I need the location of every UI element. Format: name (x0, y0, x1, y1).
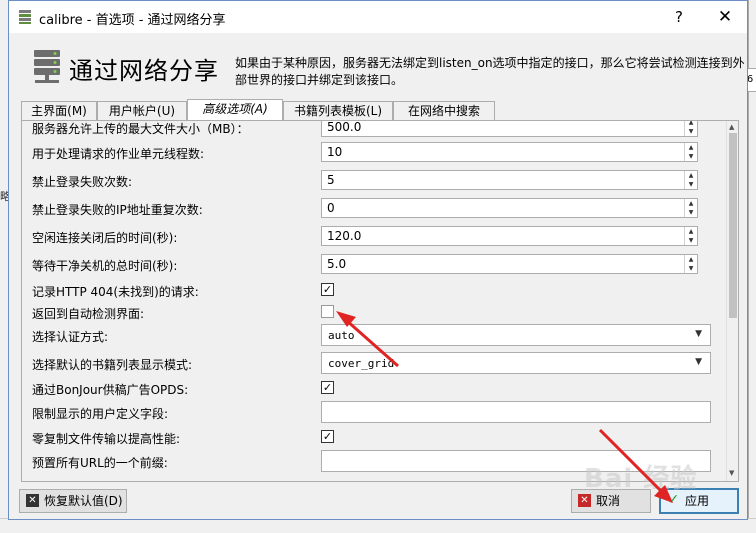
tab-book-list-template[interactable]: 书籍列表模板(L) (283, 101, 393, 120)
setting-label: 空闲连接关闭后的时间(秒): (32, 231, 178, 245)
setting-bonjour: 通过BonJour供稿广告OPDS: ✓ (22, 377, 722, 401)
select-value: cover_grid (328, 357, 395, 370)
help-button[interactable]: ? (659, 5, 699, 29)
setting-label: 返回到自动检测界面: (32, 307, 145, 321)
scrollbar-thumb[interactable] (729, 133, 737, 318)
tab-main[interactable]: 主界面(M) (21, 101, 97, 120)
setting-label: 限制显示的用户定义字段: (32, 407, 169, 421)
spinbox-value: 10 (327, 145, 343, 159)
spin-arrows-icon[interactable]: ▲ ▼ (684, 121, 697, 136)
background-window-bottom (0, 518, 756, 533)
setting-ban-after: 禁止登录失败次数: 5 ▲ ▼ (22, 169, 722, 193)
setting-label: 选择认证方式: (32, 330, 109, 344)
setting-label: 选择默认的书籍列表显示模式: (32, 358, 193, 372)
setting-label: 通过BonJour供稿广告OPDS: (32, 383, 189, 397)
preferences-dialog: calibre - 首选项 - 通过网络分享 ? ✕ 通过网络分享 如果由于某种… (8, 0, 748, 520)
background-window-left (0, 0, 8, 532)
setting-book-list-mode: 选择默认的书籍列表显示模式: cover_grid ▼ (22, 352, 722, 376)
worker-threads-spinbox[interactable]: 10 ▲ ▼ (321, 142, 698, 162)
max-upload-spinbox[interactable]: 500.0 ▲ ▼ (321, 120, 698, 137)
spin-arrows-icon[interactable]: ▲ ▼ (684, 255, 697, 273)
setting-label: 服务器允许上传的最大文件大小（MB）： (32, 122, 249, 136)
setting-label: 零复制文件传输以提高性能: (32, 432, 181, 446)
checkmark-icon: ✓ (667, 492, 680, 508)
setting-label: 等待干净关机的总时间(秒): (32, 259, 178, 273)
setting-worker-threads: 用于处理请求的作业单元线程数: 10 ▲ ▼ (22, 141, 722, 165)
button-label: 恢复默认值(D) (44, 494, 123, 508)
tab-advanced[interactable]: 高级选项(A) (187, 99, 283, 121)
title-bar: calibre - 首选项 - 通过网络分享 ? ✕ (9, 1, 747, 33)
close-button[interactable]: ✕ (705, 5, 745, 29)
restore-defaults-button[interactable]: ✕ 恢复默认值(D) (19, 489, 127, 513)
spin-arrows-icon[interactable]: ▲ ▼ (684, 171, 697, 189)
shutdown-timeout-spinbox[interactable]: 5.0 ▲ ▼ (321, 254, 698, 274)
select-value: auto (328, 329, 355, 342)
auth-method-select[interactable]: auto ▼ (321, 324, 711, 346)
window-title: calibre - 首选项 - 通过网络分享 (39, 13, 226, 28)
idle-timeout-spinbox[interactable]: 120.0 ▲ ▼ (321, 226, 698, 246)
page-description: 如果由于某种原因，服务器无法绑定到listen_on选项中指定的接口，那么它将尝… (235, 56, 745, 87)
scroll-up-icon[interactable]: ▲ (729, 123, 734, 131)
setting-label: 禁止登录失败的IP地址重复次数: (32, 203, 203, 217)
setting-shutdown-timeout: 等待干净关机的总时间(秒): 5.0 ▲ ▼ (22, 253, 722, 277)
setting-restrict-fields: 限制显示的用户定义字段: (22, 401, 722, 425)
spinbox-value: 5 (327, 173, 335, 187)
book-list-mode-select[interactable]: cover_grid ▼ (321, 352, 711, 374)
tab-search-net[interactable]: 在网络中搜索 (393, 101, 495, 120)
ban-repeat-spinbox[interactable]: 0 ▲ ▼ (321, 198, 698, 218)
tab-user-accounts[interactable]: 用户帐户(U) (97, 101, 187, 120)
setting-ban-repeat: 禁止登录失败的IP地址重复次数: 0 ▲ ▼ (22, 197, 722, 221)
fallback-autodetect-checkbox[interactable] (321, 305, 334, 318)
bonjour-checkbox[interactable]: ✓ (321, 381, 334, 394)
spinbox-value: 500.0 (327, 120, 362, 134)
ban-after-spinbox[interactable]: 5 ▲ ▼ (321, 170, 698, 190)
setting-label: 用于处理请求的作业单元线程数: (32, 147, 205, 161)
spinbox-value: 0 (327, 201, 335, 215)
page-title: 通过网络分享 (69, 57, 219, 85)
chevron-down-icon[interactable]: ▼ (695, 329, 702, 339)
server-icon (34, 50, 60, 83)
spinbox-value: 120.0 (327, 229, 362, 243)
chevron-down-icon[interactable]: ▼ (695, 357, 702, 367)
spin-arrows-icon[interactable]: ▲ ▼ (684, 143, 697, 161)
advanced-options-panel: 服务器允许上传的最大文件大小（MB）： 500.0 ▲ ▼ 用于处理请求的作业单元… (21, 120, 739, 482)
watermark: Bai 经验 (584, 464, 698, 494)
log-404-checkbox[interactable]: ✓ (321, 283, 334, 296)
setting-fallback-autodetect: 返回到自动检测界面: (22, 301, 722, 325)
cancel-icon: ✕ (578, 494, 591, 507)
scroll-down-icon[interactable]: ▼ (729, 469, 734, 477)
spin-arrows-icon[interactable]: ▲ ▼ (684, 227, 697, 245)
clear-icon: ✕ (26, 494, 39, 507)
setting-label: 记录HTTP 404(未找到)的请求: (32, 285, 199, 299)
restrict-fields-input[interactable] (321, 401, 711, 423)
setting-label: 禁止登录失败次数: (32, 175, 133, 189)
calibre-app-icon (19, 10, 31, 24)
setting-auth-method: 选择认证方式: auto ▼ (22, 324, 722, 348)
setting-max-upload: 服务器允许上传的最大文件大小（MB）： 500.0 ▲ ▼ (22, 120, 722, 140)
spinbox-value: 5.0 (327, 257, 347, 271)
zero-copy-checkbox[interactable]: ✓ (321, 430, 334, 443)
spin-arrows-icon[interactable]: ▲ ▼ (684, 199, 697, 217)
setting-log-404: 记录HTTP 404(未找到)的请求: ✓ (22, 279, 722, 303)
vertical-scrollbar[interactable]: ▲ ▼ (726, 121, 738, 481)
setting-label: 预置所有URL的一个前缀: (32, 456, 168, 470)
setting-idle-timeout: 空闲连接关闭后的时间(秒): 120.0 ▲ ▼ (22, 225, 722, 249)
setting-zero-copy: 零复制文件传输以提高性能: ✓ (22, 426, 722, 450)
